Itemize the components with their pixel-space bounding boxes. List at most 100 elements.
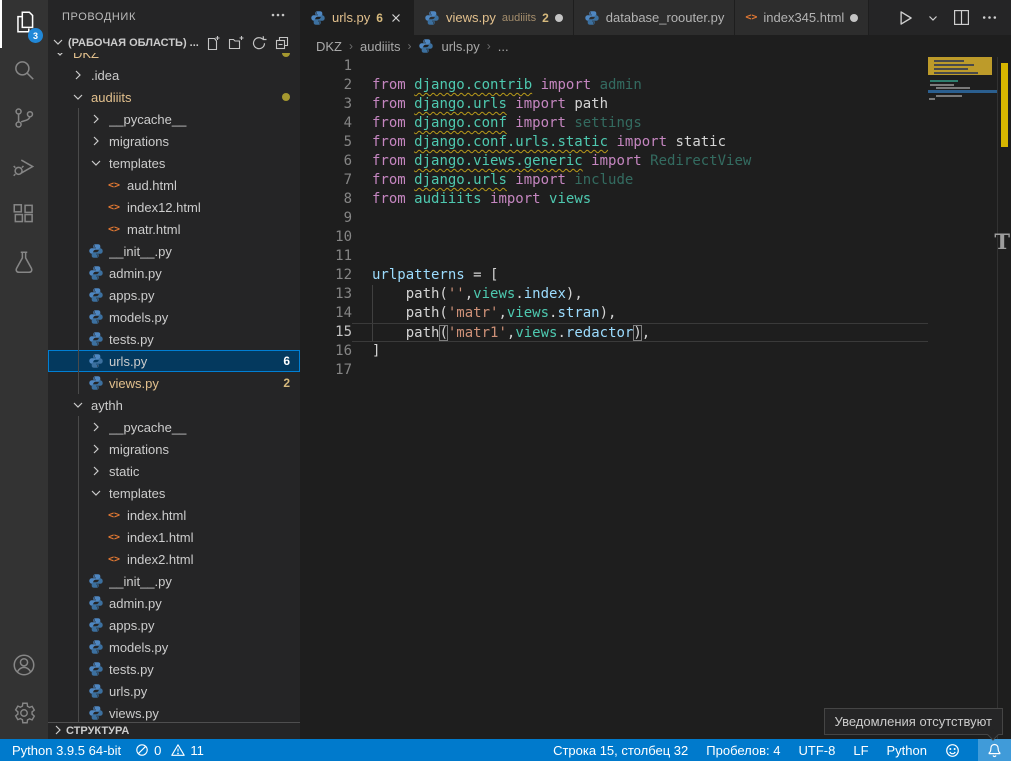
language-mode-item[interactable]: Python [887, 743, 927, 758]
line-number[interactable]: 11 [300, 247, 352, 266]
cursor-position-item[interactable]: Строка 15, столбец 32 [553, 743, 688, 758]
tree-item-index.html[interactable]: <>index.html [48, 504, 300, 526]
feedback-item[interactable] [945, 743, 960, 758]
encoding-item[interactable]: UTF-8 [799, 743, 836, 758]
code-line-4[interactable]: 4from django.conf import settings [300, 114, 928, 133]
tab-index345.html[interactable]: <>index345.html [735, 0, 869, 35]
tree-item-tests.py[interactable]: tests.py [48, 658, 300, 680]
tree-item-static[interactable]: static [48, 460, 300, 482]
tree-item-aud.html[interactable]: <>aud.html [48, 174, 300, 196]
line-number[interactable]: 7 [300, 171, 352, 190]
code-line-17[interactable]: 17 [300, 361, 928, 380]
line-number[interactable]: 9 [300, 209, 352, 228]
workspace-section-header[interactable]: (РАБОЧАЯ ОБЛАСТЬ) ... [48, 33, 300, 53]
tree-item-templates[interactable]: templates [48, 152, 300, 174]
line-number[interactable]: 1 [300, 57, 352, 76]
minimap[interactable] [928, 57, 997, 187]
code-line-1[interactable]: 1 [300, 57, 928, 76]
notifications-bell-button[interactable] [978, 739, 1011, 761]
overview-ruler[interactable]: T [997, 57, 1011, 739]
tree-item-index12.html[interactable]: <>index12.html [48, 196, 300, 218]
tree-item-matr.html[interactable]: <>matr.html [48, 218, 300, 240]
outline-section-header[interactable]: СТРУКТУРА [48, 722, 300, 739]
line-number[interactable]: 4 [300, 114, 352, 133]
code-editor[interactable]: 12from django.contrib import admin3from … [300, 57, 1011, 739]
tree-item-index2.html[interactable]: <>index2.html [48, 548, 300, 570]
tree-item-tests.py[interactable]: tests.py [48, 328, 300, 350]
tree-item-__pycache__[interactable]: __pycache__ [48, 108, 300, 130]
breadcrumb[interactable]: DKZ›audiiits›urls.py›... [300, 35, 1011, 57]
code-line-14[interactable]: 14 path('matr',views.stran), [300, 304, 928, 323]
tree-item-views.py[interactable]: views.py [48, 702, 300, 722]
code-line-6[interactable]: 6from django.views.generic import Redire… [300, 152, 928, 171]
run-debug-activity-button[interactable] [0, 144, 48, 192]
line-number[interactable]: 2 [300, 76, 352, 95]
line-number[interactable]: 15 [300, 323, 352, 342]
line-number[interactable]: 10 [300, 228, 352, 247]
tree-item-apps.py[interactable]: apps.py [48, 614, 300, 636]
tree-item-admin.py[interactable]: admin.py [48, 262, 300, 284]
sidebar-more-icon[interactable] [270, 7, 286, 26]
problems-item[interactable]: 0 11 [135, 743, 204, 758]
tree-item-__init__.py[interactable]: __init__.py [48, 570, 300, 592]
code-line-9[interactable]: 9 [300, 209, 928, 228]
tab-urls.py[interactable]: urls.py6 [300, 0, 414, 35]
refresh-icon[interactable] [251, 35, 267, 51]
code-line-2[interactable]: 2from django.contrib import admin [300, 76, 928, 95]
line-number[interactable]: 17 [300, 361, 352, 380]
indentation-item[interactable]: Пробелов: 4 [706, 743, 780, 758]
tree-item-.idea[interactable]: .idea [48, 64, 300, 86]
tree-item-__init__.py[interactable]: __init__.py [48, 240, 300, 262]
collapse-all-icon[interactable] [274, 35, 290, 51]
tree-item-DKZ[interactable]: DKZ [48, 53, 300, 64]
more-actions-button[interactable] [977, 6, 1001, 30]
explorer-activity-button[interactable]: 3 [0, 0, 48, 48]
tree-item-models.py[interactable]: models.py [48, 636, 300, 658]
line-number[interactable]: 8 [300, 190, 352, 209]
settings-button[interactable] [0, 691, 48, 739]
close-icon[interactable] [389, 11, 403, 25]
tree-item-migrations[interactable]: migrations [48, 130, 300, 152]
tree-item-__pycache__[interactable]: __pycache__ [48, 416, 300, 438]
line-number[interactable]: 12 [300, 266, 352, 285]
new-folder-icon[interactable] [228, 35, 244, 51]
new-file-icon[interactable] [205, 35, 221, 51]
tree-item-views.py[interactable]: views.py2 [48, 372, 300, 394]
code-line-16[interactable]: 16] [300, 342, 928, 361]
code-line-12[interactable]: 12urlpatterns = [ [300, 266, 928, 285]
search-activity-button[interactable] [0, 48, 48, 96]
extensions-activity-button[interactable] [0, 192, 48, 240]
line-number[interactable]: 3 [300, 95, 352, 114]
tree-item-audiiits[interactable]: audiiits [48, 86, 300, 108]
tree-item-apps.py[interactable]: apps.py [48, 284, 300, 306]
tree-item-urls.py[interactable]: urls.py [48, 680, 300, 702]
line-number[interactable]: 16 [300, 342, 352, 361]
tab-database_roouter.py[interactable]: database_roouter.py [574, 0, 736, 35]
code-line-5[interactable]: 5from django.conf.urls.static import sta… [300, 133, 928, 152]
eol-item[interactable]: LF [853, 743, 868, 758]
line-number[interactable]: 6 [300, 152, 352, 171]
code-line-7[interactable]: 7from django.urls import include [300, 171, 928, 190]
code-line-13[interactable]: 13 path('',views.index), [300, 285, 928, 304]
code-line-3[interactable]: 3from django.urls import path [300, 95, 928, 114]
run-button[interactable] [893, 6, 917, 30]
account-button[interactable] [0, 643, 48, 691]
split-editor-button[interactable] [949, 6, 973, 30]
tree-item-migrations[interactable]: migrations [48, 438, 300, 460]
tree-item-admin.py[interactable]: admin.py [48, 592, 300, 614]
breadcrumb-item[interactable]: audiiits [360, 39, 400, 54]
line-number[interactable]: 13 [300, 285, 352, 304]
code-line-11[interactable]: 11 [300, 247, 928, 266]
tree-item-templates[interactable]: templates [48, 482, 300, 504]
source-control-activity-button[interactable] [0, 96, 48, 144]
breadcrumb-item[interactable]: DKZ [316, 39, 342, 54]
run-dropdown-chevron-icon[interactable] [921, 6, 945, 30]
tab-views.py[interactable]: views.pyaudiiits2 [414, 0, 574, 35]
tree-item-aythh[interactable]: aythh [48, 394, 300, 416]
breadcrumb-item[interactable]: ... [498, 39, 509, 54]
line-number[interactable]: 14 [300, 304, 352, 323]
python-interpreter-item[interactable]: Python 3.9.5 64-bit [12, 743, 121, 758]
tree-item-index1.html[interactable]: <>index1.html [48, 526, 300, 548]
breadcrumb-item[interactable]: urls.py [441, 39, 479, 54]
code-line-8[interactable]: 8from audiiits import views [300, 190, 928, 209]
